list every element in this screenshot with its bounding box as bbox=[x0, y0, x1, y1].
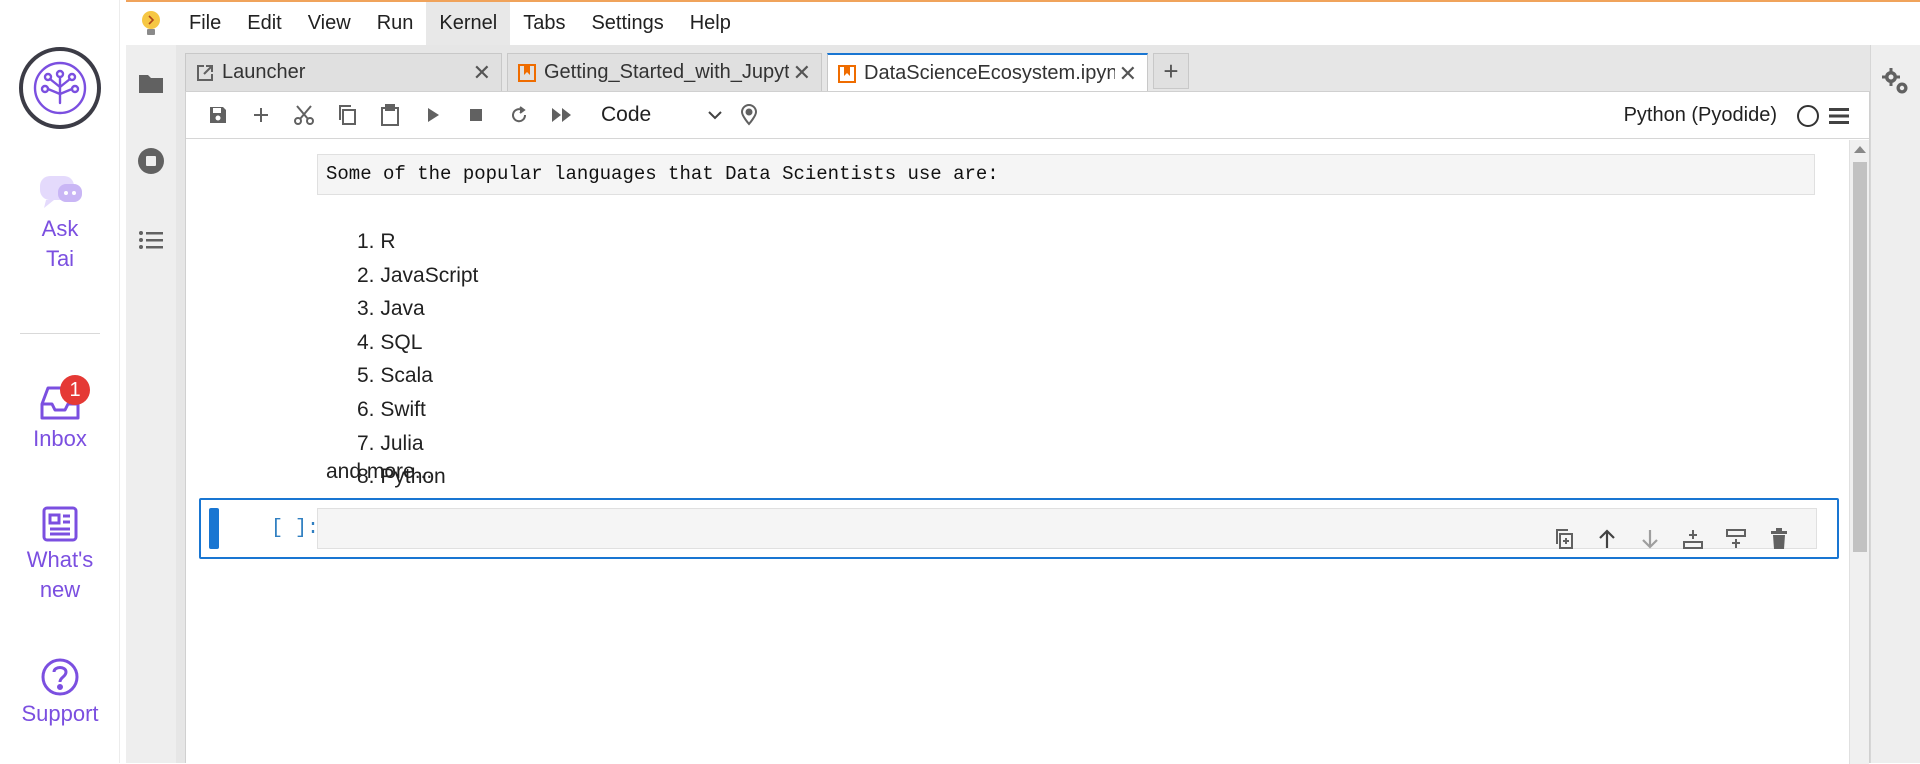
sidebar-item-ask-tai[interactable]: Ask Tai bbox=[0, 172, 120, 274]
list-item: 4. SQL bbox=[357, 330, 423, 354]
tab-launcher[interactable]: Launcher ✕ bbox=[185, 53, 502, 91]
list-item: 1. R bbox=[357, 230, 396, 253]
scrollbar-thumb[interactable] bbox=[1853, 162, 1867, 552]
close-icon[interactable]: ✕ bbox=[793, 60, 811, 86]
file-browser-folder-icon[interactable] bbox=[136, 68, 166, 98]
sidebar-item-label: Ask Tai bbox=[41, 216, 79, 271]
menu-run[interactable]: Run bbox=[364, 2, 427, 45]
close-icon[interactable]: ✕ bbox=[473, 60, 491, 86]
sidebar-item-whats-new[interactable]: What's new bbox=[0, 505, 120, 605]
table-of-contents-icon[interactable] bbox=[136, 225, 166, 255]
markdown-code-line: Some of the popular languages that Data … bbox=[317, 154, 1815, 195]
move-up-arrow-icon[interactable] bbox=[1585, 521, 1628, 557]
hamburger-menu-icon[interactable] bbox=[1829, 107, 1849, 125]
tab-datascienceecosystem[interactable]: DataScienceEcosystem.ipynb ✕ bbox=[827, 53, 1148, 92]
tab-label: Getting_Started_with_Jupyter bbox=[544, 61, 789, 83]
duplicate-cell-icon[interactable] bbox=[1542, 521, 1585, 557]
running-sessions-stop-icon[interactable] bbox=[136, 146, 166, 176]
notification-badge: 1 bbox=[60, 375, 90, 405]
move-down-arrow-icon[interactable] bbox=[1628, 521, 1671, 557]
languages-list: 1. R 2. JavaScript 3. Java 4. SQL 5. Sca… bbox=[357, 225, 478, 494]
paste-clipboard-icon[interactable] bbox=[368, 95, 411, 135]
run-play-icon[interactable] bbox=[411, 95, 454, 135]
app-logo-icon[interactable] bbox=[19, 47, 101, 129]
notebook-scrollbar[interactable] bbox=[1849, 140, 1869, 764]
cut-scissors-icon[interactable] bbox=[282, 95, 325, 135]
sidebar-divider bbox=[20, 333, 100, 334]
newspaper-icon bbox=[42, 506, 78, 542]
tab-label: Launcher bbox=[222, 61, 306, 83]
menu-file[interactable]: File bbox=[176, 2, 234, 45]
close-icon[interactable]: ✕ bbox=[1119, 61, 1137, 87]
document-tab-bar: Launcher ✕ Getting_Started_with_Jupyter … bbox=[185, 53, 1189, 92]
assistant-sidebar: Ask Tai Inbox 1 What's new Support bbox=[0, 0, 120, 763]
cell-type-select[interactable]: Code bbox=[597, 98, 727, 132]
sidebar-item-label: Inbox bbox=[33, 426, 87, 451]
notebook-icon bbox=[838, 64, 856, 83]
tab-label: DataScienceEcosystem.ipynb bbox=[864, 62, 1115, 84]
menu-settings[interactable]: Settings bbox=[578, 2, 676, 45]
notebook-toolbar: Code Python (Pyodide) bbox=[186, 92, 1869, 139]
menu-view[interactable]: View bbox=[295, 2, 364, 45]
cell-type-value: Code bbox=[601, 103, 652, 126]
notebook-content[interactable]: Some of the popular languages that Data … bbox=[186, 140, 1850, 764]
delete-cell-trash-icon[interactable] bbox=[1757, 521, 1800, 557]
stop-icon[interactable] bbox=[454, 95, 497, 135]
markdown-trailing-text: and more... bbox=[326, 460, 433, 483]
scroll-up-arrow-icon[interactable] bbox=[1854, 146, 1866, 153]
menu-bar: File Edit View Run Kernel Tabs Settings … bbox=[126, 0, 1920, 45]
jupyter-lite-logo-icon bbox=[126, 2, 176, 45]
right-sidebar bbox=[1870, 45, 1920, 763]
notebook-icon bbox=[518, 63, 536, 82]
cell-collapser[interactable] bbox=[209, 508, 219, 549]
activity-bar bbox=[126, 45, 176, 763]
chevron-down-icon bbox=[708, 111, 722, 120]
active-code-cell[interactable]: [ ]: bbox=[199, 498, 1839, 559]
copy-icon[interactable] bbox=[325, 95, 368, 135]
launcher-icon bbox=[197, 64, 213, 81]
help-circle-icon bbox=[41, 658, 79, 696]
cell-toolbar bbox=[1542, 521, 1800, 557]
kernel-idle-circle-icon bbox=[1797, 104, 1819, 127]
kernel-name[interactable]: Python (Pyodide) bbox=[1624, 104, 1777, 127]
main-area: Launcher ✕ Getting_Started_with_Jupyter … bbox=[176, 45, 1870, 764]
location-pin-icon[interactable] bbox=[727, 95, 770, 135]
tab-getting-started[interactable]: Getting_Started_with_Jupyter ✕ bbox=[507, 53, 822, 91]
list-item: 7. Julia bbox=[357, 431, 424, 455]
save-icon[interactable] bbox=[196, 95, 239, 135]
insert-cell-above-icon[interactable] bbox=[1714, 521, 1757, 557]
menu-kernel[interactable]: Kernel bbox=[426, 2, 511, 45]
add-cell-plus-icon[interactable] bbox=[239, 95, 282, 135]
list-item: 3. Java bbox=[357, 297, 425, 321]
list-item: 6. Swift bbox=[357, 397, 426, 421]
restart-icon[interactable] bbox=[497, 95, 540, 135]
list-item: 2. JavaScript bbox=[357, 263, 479, 287]
sidebar-item-support[interactable]: Support bbox=[0, 657, 120, 729]
list-item: 5. Scala bbox=[357, 364, 433, 388]
property-inspector-gears-icon[interactable] bbox=[1881, 67, 1911, 102]
kernel-status: Python (Pyodide) bbox=[1624, 92, 1849, 139]
new-launcher-plus-icon[interactable]: + bbox=[1153, 53, 1189, 89]
sidebar-item-label: Support bbox=[21, 701, 99, 726]
menu-edit[interactable]: Edit bbox=[234, 2, 294, 45]
insert-cell-below-icon[interactable] bbox=[1671, 521, 1714, 557]
sidebar-item-label: What's new bbox=[26, 547, 94, 602]
run-all-fast-forward-icon[interactable] bbox=[540, 95, 583, 135]
code-input-editor[interactable] bbox=[317, 508, 1817, 549]
notebook-panel: Code Python (Pyodide) Some of the popula… bbox=[185, 91, 1870, 764]
chat-bot-icon bbox=[40, 176, 82, 208]
input-prompt: [ ]: bbox=[270, 517, 319, 540]
menu-tabs[interactable]: Tabs bbox=[510, 2, 578, 45]
menu-help[interactable]: Help bbox=[677, 2, 744, 45]
